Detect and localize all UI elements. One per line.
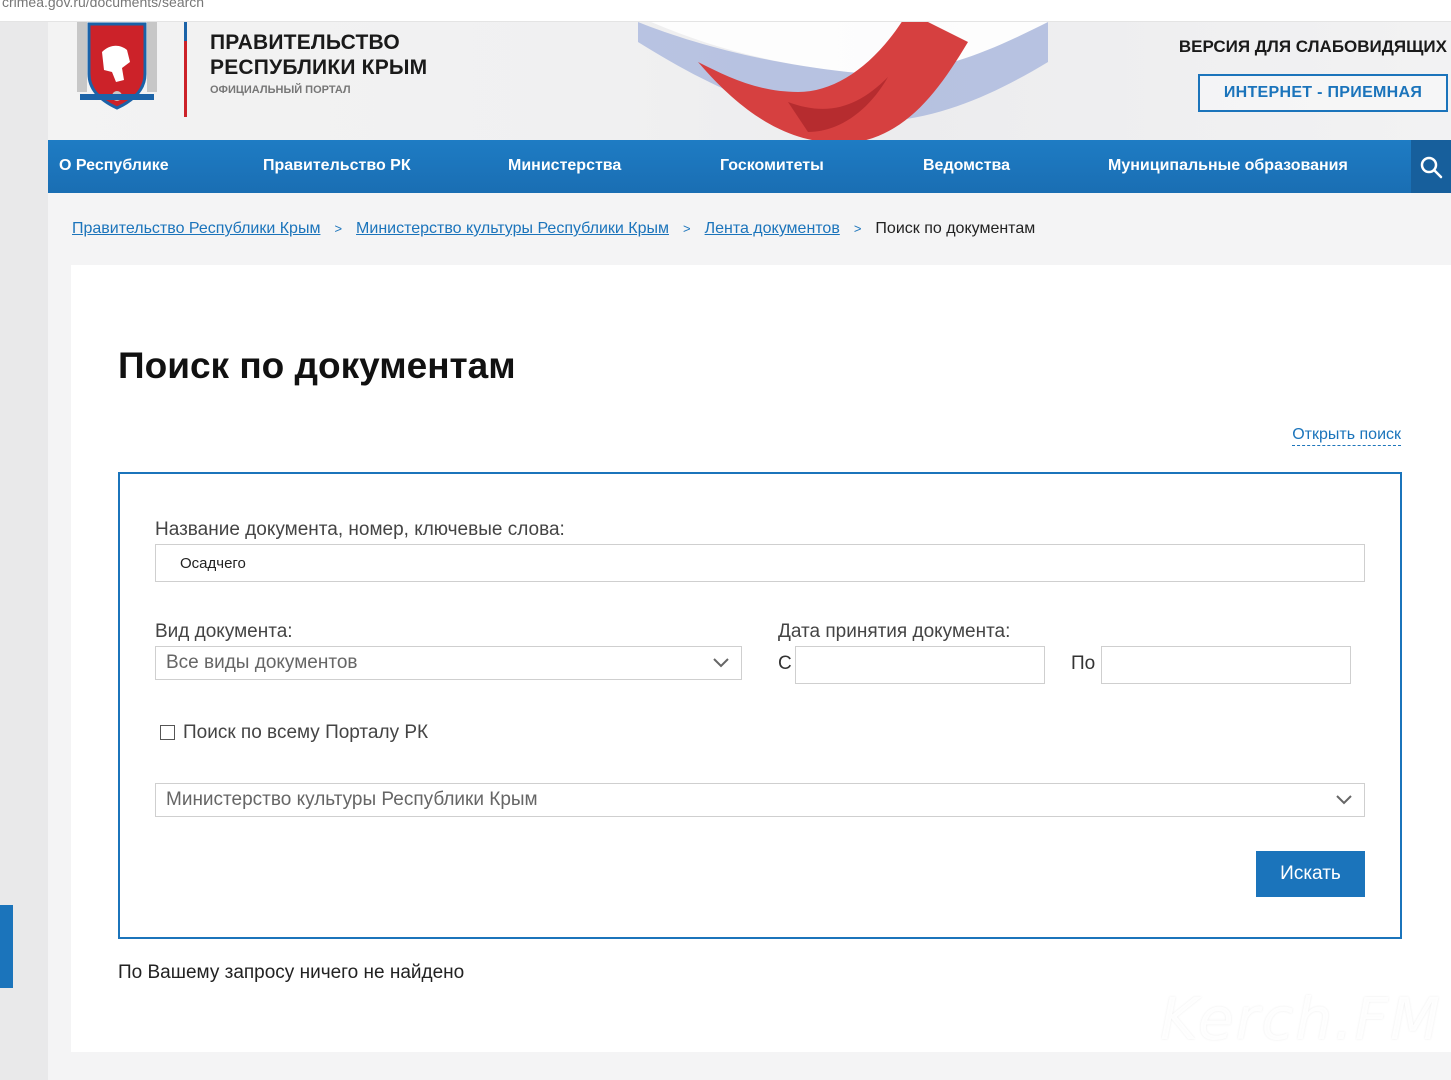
flag-ribbon-decoration (638, 22, 1048, 140)
nav-item-republic[interactable]: О Республике (59, 157, 169, 175)
header-divider (184, 22, 187, 117)
nav-item-state-committees[interactable]: Госкомитеты (720, 157, 824, 175)
main-nav: О Республике Правительство РК Министерст… (48, 140, 1451, 193)
date-from-input[interactable] (795, 646, 1045, 684)
breadcrumb-separator: > (334, 221, 343, 236)
open-search-link[interactable]: Открыть поиск (1292, 426, 1401, 446)
breadcrumb-link-government[interactable]: Правительство Республики Крым (72, 220, 320, 237)
breadcrumb-separator: > (682, 221, 691, 236)
search-icon (1420, 156, 1443, 178)
content-card: Поиск по документам Открыть поиск Назван… (71, 265, 1451, 1052)
site-subtitle: ОФИЦИАЛЬНЫЙ ПОРТАЛ (210, 84, 351, 96)
adoption-date-label: Дата принятия документа: (778, 621, 1011, 642)
nav-item-agencies[interactable]: Ведомства (923, 157, 1010, 175)
breadcrumb-current: Поиск по документам (875, 220, 1036, 237)
document-name-value: Осадчего (180, 554, 246, 572)
address-bar-url: crimea.gov.ru/documents/search (2, 0, 205, 10)
side-feedback-tab[interactable] (0, 905, 13, 988)
crimea-coat-of-arms-icon (77, 22, 157, 110)
search-submit-button[interactable]: Искать (1256, 851, 1365, 897)
nav-item-municipalities[interactable]: Муниципальные образования (1108, 157, 1348, 175)
breadcrumb-link-document-feed[interactable]: Лента документов (705, 220, 840, 237)
document-type-label: Вид документа: (155, 621, 293, 642)
portal-search-label[interactable]: Поиск по всему Порталу РК (183, 722, 428, 744)
watermark-logo: Kerch.FM (1160, 985, 1442, 1053)
address-bar[interactable]: crimea.gov.ru/documents/search (0, 0, 1451, 22)
date-from-label: С (778, 653, 792, 674)
date-to-label: По (1071, 653, 1096, 674)
internet-reception-button[interactable]: ИНТЕРНЕТ - ПРИЕМНАЯ (1198, 74, 1448, 112)
no-results-message: По Вашему запросу ничего не найдено (118, 962, 465, 983)
breadcrumb-separator: > (853, 221, 862, 236)
date-to-input[interactable] (1101, 646, 1351, 684)
document-name-label: Название документа, номер, ключевые слов… (155, 519, 565, 540)
low-vision-version-link[interactable]: ВЕРСИЯ ДЛЯ СЛАБОВИДЯЩИХ (1179, 37, 1447, 57)
site-header: ПРАВИТЕЛЬСТВО РЕСПУБЛИКИ КРЫМ ОФИЦИАЛЬНЫ… (48, 22, 1451, 140)
portal-search-checkbox[interactable] (160, 725, 175, 740)
organization-value: Министерство культуры Республики Крым (166, 789, 538, 810)
nav-item-government[interactable]: Правительство РК (263, 157, 411, 175)
document-type-value: Все виды документов (166, 652, 358, 673)
chevron-down-icon (713, 658, 729, 668)
document-type-select[interactable]: Все виды документов (155, 646, 742, 680)
document-search-form: Название документа, номер, ключевые слов… (118, 472, 1402, 939)
nav-item-ministries[interactable]: Министерства (508, 157, 621, 175)
page-title: Поиск по документам (118, 345, 516, 386)
site-title[interactable]: ПРАВИТЕЛЬСТВО РЕСПУБЛИКИ КРЫМ (210, 30, 427, 80)
breadcrumb: Правительство Республики Крым > Министерст… (72, 220, 1035, 238)
breadcrumb-link-ministry[interactable]: Министерство культуры Республики Крым (356, 220, 669, 237)
document-name-input[interactable]: Осадчего (155, 544, 1365, 582)
nav-search-button[interactable] (1411, 140, 1451, 193)
chevron-down-icon (1336, 795, 1352, 805)
organization-select[interactable]: Министерство культуры Республики Крым (155, 783, 1365, 817)
